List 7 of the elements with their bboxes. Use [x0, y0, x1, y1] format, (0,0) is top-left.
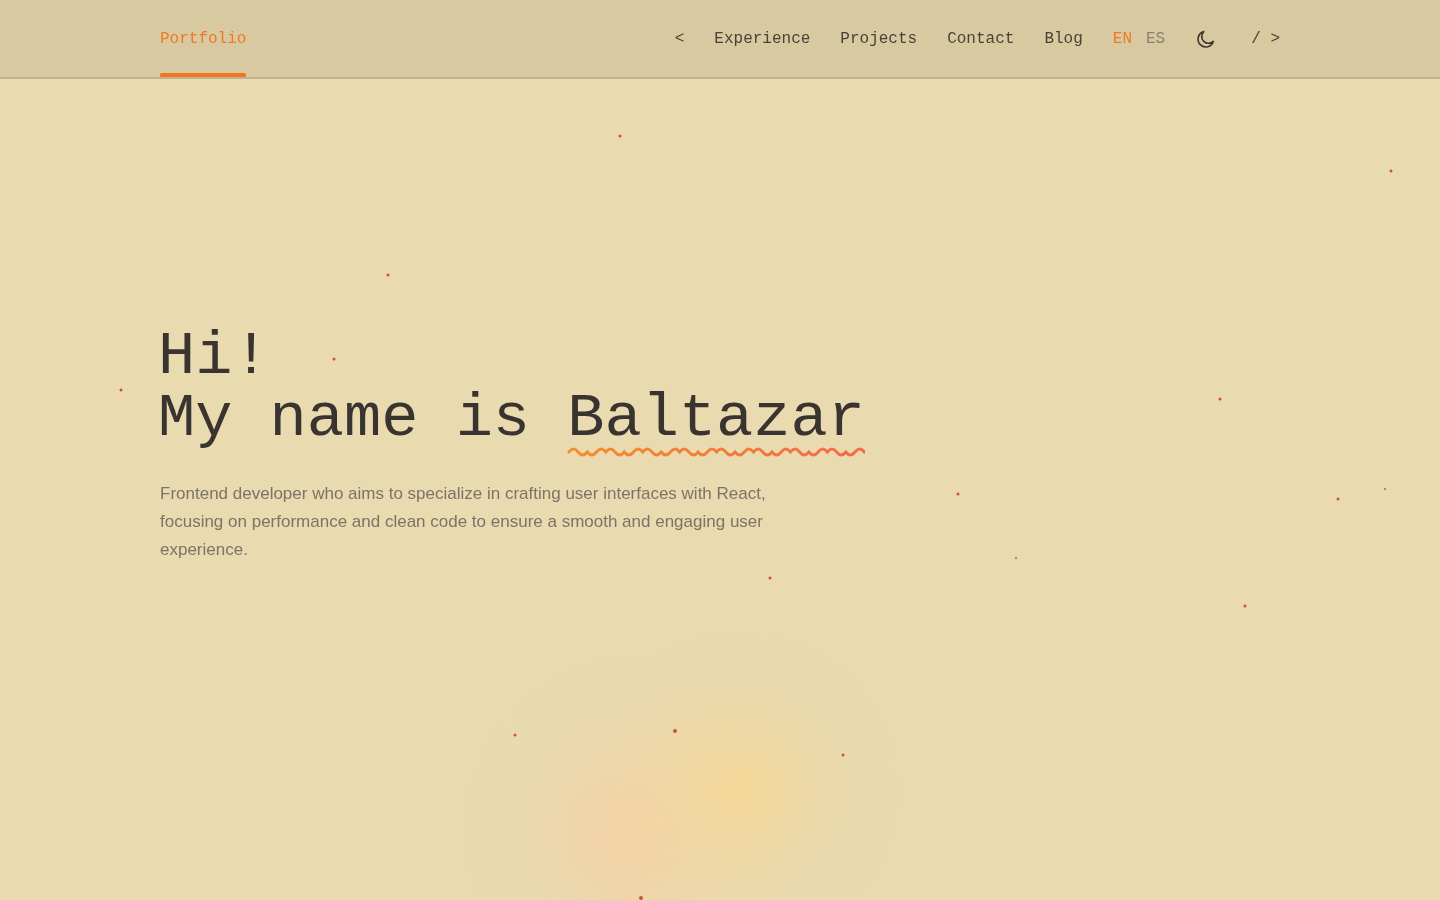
nav-link[interactable]: Contact	[947, 29, 1015, 48]
intro-paragraph: Frontend developer who aims to specialize in crafting user interfaces with React, focusing on performance and clean code to ensure a smooth and engaging user experience.	[160, 483, 767, 561]
bracket-text: <	[674, 29, 685, 48]
nav-link[interactable]: Experience	[714, 29, 811, 48]
bracket-text: / >	[1251, 29, 1280, 48]
nav-link[interactable]: Projects	[840, 29, 918, 48]
nav-link[interactable]: Blog	[1044, 29, 1083, 48]
